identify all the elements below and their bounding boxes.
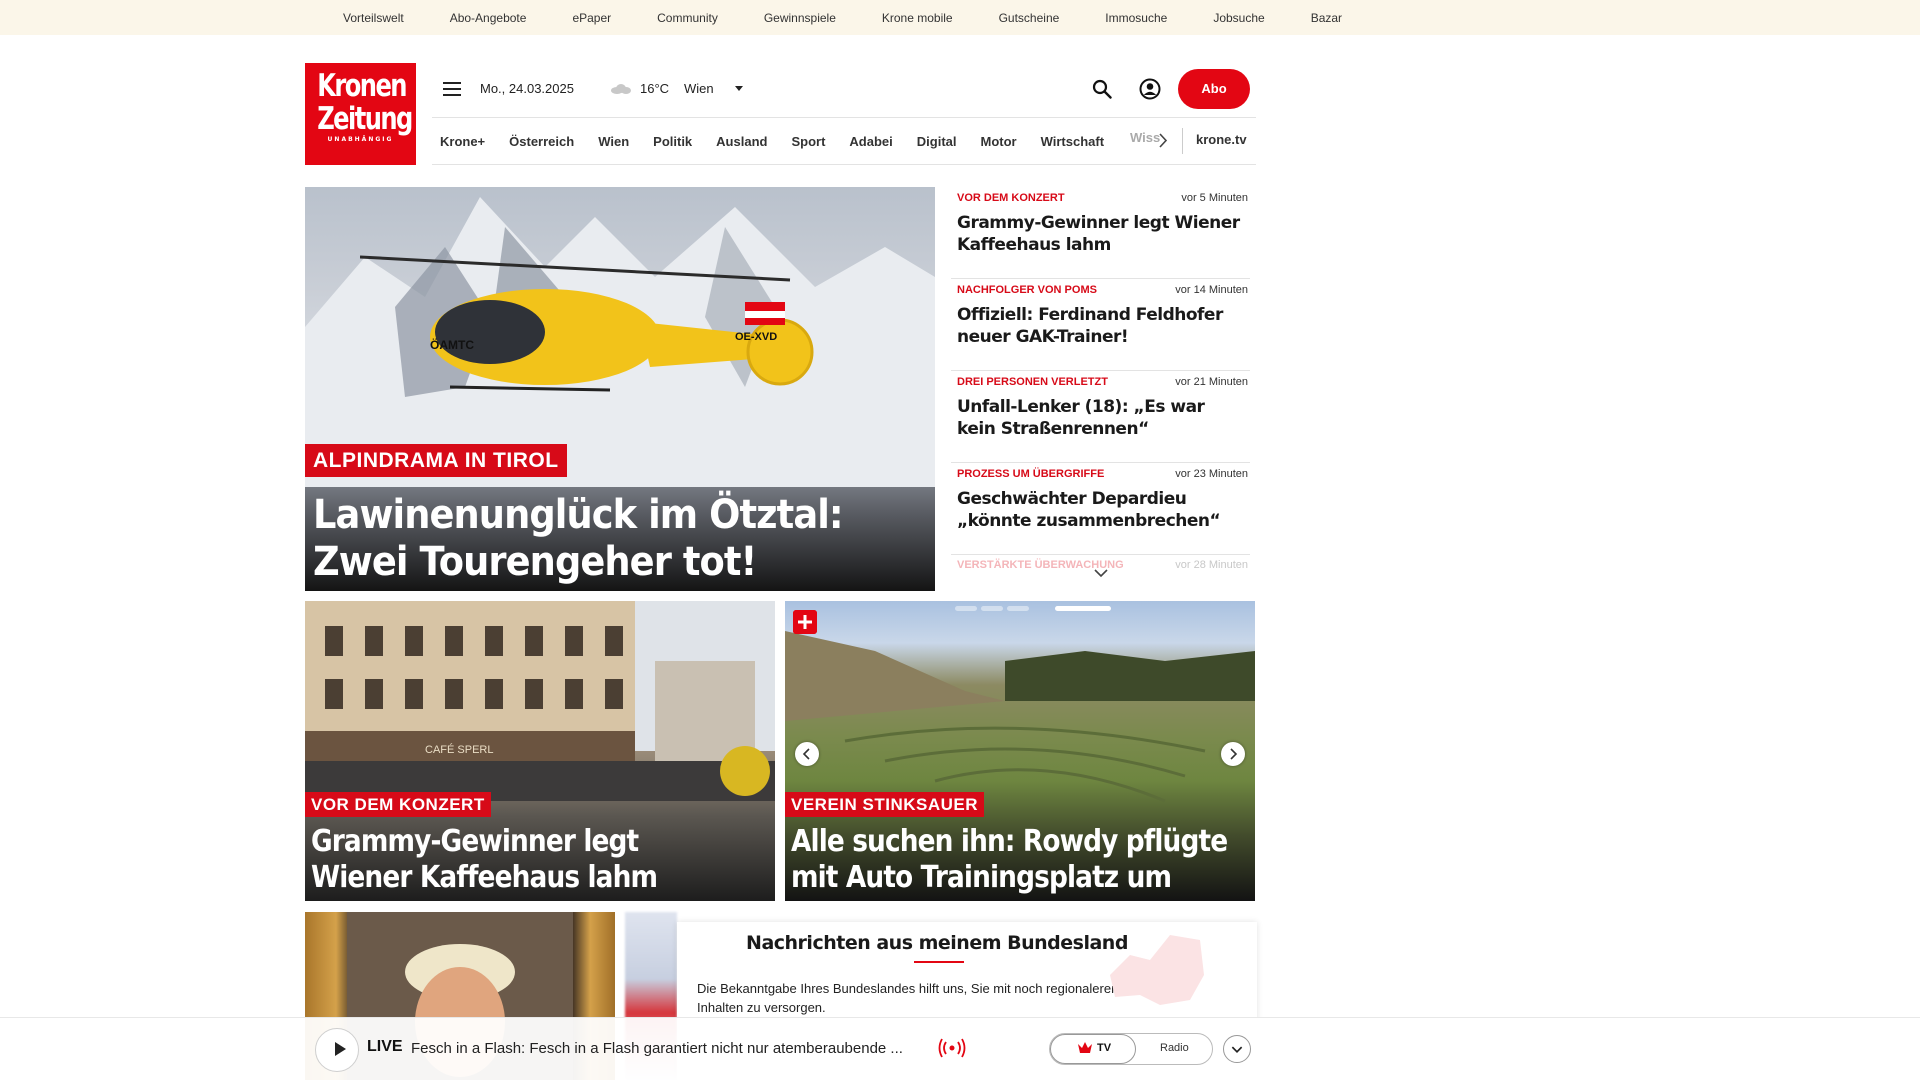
radio-label[interactable]: Radio bbox=[1160, 1042, 1189, 1054]
side-news-time: vor 14 Minuten bbox=[1175, 284, 1248, 296]
nav-item-krone-tv[interactable]: krone.tv bbox=[1196, 132, 1247, 147]
article-card-slider[interactable]: VEREIN STINKSAUER Alle suchen ihn: Rowdy… bbox=[785, 601, 1255, 901]
card-headline-line-2: Wiener Kaffeehaus lahm bbox=[311, 860, 658, 895]
kronen-zeitung-logo[interactable]: Kronen Zeitung UNABHÄNGIG bbox=[305, 63, 416, 165]
side-news-time: vor 23 Minuten bbox=[1175, 468, 1248, 480]
slider-next-icon[interactable] bbox=[1221, 742, 1245, 766]
helicopter-image: ÖAMTC OE-XVD bbox=[360, 255, 814, 392]
side-news-item[interactable]: DREI PERSONEN VERLETZT vor 21 Minuten Un… bbox=[951, 371, 1250, 463]
side-news-headline[interactable]: Unfall-Lenker (18): „Es war kein Straßen… bbox=[957, 396, 1247, 440]
utility-link-epaper[interactable]: ePaper bbox=[572, 11, 611, 25]
nav-scroll-right-icon[interactable] bbox=[1158, 133, 1168, 148]
side-news-kicker: PROZESS UM ÜBERGRIFFE bbox=[957, 468, 1105, 480]
side-news-headline[interactable]: Offiziell: Ferdinand Feldhofer neuer GAK… bbox=[957, 304, 1247, 348]
utility-link-gewinnspiele[interactable]: Gewinnspiele bbox=[764, 11, 836, 25]
side-news-item[interactable]: VOR DEM KONZERT vor 5 Minuten Grammy-Gew… bbox=[951, 187, 1250, 279]
slider-dot-active[interactable] bbox=[1055, 606, 1111, 611]
broadcast-icon bbox=[938, 1038, 966, 1058]
hero-kicker: ALPINDRAMA IN TIROL bbox=[305, 444, 567, 477]
tv-toggle-option[interactable] bbox=[1050, 1034, 1136, 1064]
nav-item-wirtschaft[interactable]: Wirtschaft bbox=[1041, 134, 1104, 149]
side-news-headline[interactable]: Grammy-Gewinner legt Wiener Kaffeehaus l… bbox=[957, 212, 1247, 256]
nav-item-krone-plus[interactable]: Krone+ bbox=[440, 134, 485, 149]
menu-icon[interactable] bbox=[443, 82, 461, 96]
krone-plus-icon bbox=[793, 610, 817, 634]
nav-bottom-divider bbox=[432, 164, 1256, 165]
side-news-item[interactable]: NACHFOLGER VON POMS vor 14 Minuten Offiz… bbox=[951, 279, 1250, 371]
nav-item-digital[interactable]: Digital bbox=[917, 134, 957, 149]
hero-headline-line-2: Zwei Tourengeher tot! bbox=[313, 539, 757, 585]
card-kicker: VOR DEM KONZERT bbox=[305, 792, 491, 817]
slider-dots bbox=[955, 606, 1115, 611]
nav-item-adabei[interactable]: Adabei bbox=[849, 134, 892, 149]
cloud-weather-icon bbox=[609, 83, 631, 94]
city-dropdown-icon[interactable] bbox=[735, 86, 743, 91]
nav-item-ausland[interactable]: Ausland bbox=[716, 134, 767, 149]
slider-previous-icon[interactable] bbox=[795, 742, 819, 766]
user-account-icon[interactable] bbox=[1139, 78, 1161, 100]
popup-title-underline bbox=[914, 961, 964, 963]
logo-tagline: UNABHÄNGIG bbox=[327, 136, 394, 143]
side-news-kicker: DREI PERSONEN VERLETZT bbox=[957, 376, 1108, 388]
tv-label[interactable]: TV bbox=[1097, 1042, 1111, 1054]
logo-line-2: Zeitung bbox=[317, 101, 413, 137]
main-navigation: Krone+ Österreich Wien Politik Ausland S… bbox=[440, 130, 1128, 152]
side-news-time: vor 5 Minuten bbox=[1181, 192, 1248, 204]
top-utility-bar: Vorteilswelt Abo-Angebote ePaper Communi… bbox=[0, 0, 1920, 35]
nav-item-motor[interactable]: Motor bbox=[981, 134, 1017, 149]
article-card[interactable]: CAFÉ SPERL VOR DEM KONZERT Grammy-Gewinn… bbox=[305, 601, 775, 901]
utility-link-immosuche[interactable]: Immosuche bbox=[1105, 11, 1167, 25]
nav-item-politik[interactable]: Politik bbox=[653, 134, 692, 149]
temperature: 16°C bbox=[640, 81, 670, 96]
side-news-kicker: NACHFOLGER VON POMS bbox=[957, 284, 1097, 296]
nav-divider bbox=[1182, 128, 1183, 154]
nav-item-oesterreich[interactable]: Österreich bbox=[509, 134, 574, 149]
slider-dot[interactable] bbox=[1007, 606, 1029, 611]
side-news-time: vor 28 Minuten bbox=[1175, 559, 1248, 571]
hero-article[interactable]: ÖAMTC OE-XVD ALPINDRAMA IN TIROL Lawinen… bbox=[305, 187, 935, 591]
current-date: Mo., 24.03.2025 bbox=[480, 81, 574, 96]
live-label: LIVE bbox=[367, 1038, 403, 1055]
card-headline-line-1: Alle suchen ihn: Rowdy pflügte bbox=[791, 824, 1228, 859]
logo-line-1: Kronen bbox=[317, 68, 407, 104]
utility-link-bazar[interactable]: Bazar bbox=[1311, 11, 1342, 25]
side-news-kicker: VOR DEM KONZERT bbox=[957, 192, 1065, 204]
helicopter-registration: OE-XVD bbox=[735, 331, 777, 343]
utility-link-abo-angebote[interactable]: Abo-Angebote bbox=[450, 11, 527, 25]
utility-link-gutscheine[interactable]: Gutscheine bbox=[999, 11, 1060, 25]
card-headline-line-1: Grammy-Gewinner legt bbox=[311, 824, 639, 859]
utility-link-vorteilswelt[interactable]: Vorteilswelt bbox=[343, 11, 404, 25]
search-icon[interactable] bbox=[1092, 79, 1112, 99]
hero-headline-line-1: Lawinenunglück im Ötztal: bbox=[313, 492, 844, 538]
cafe-sign: CAFÉ SPERL bbox=[425, 743, 493, 756]
slider-dot[interactable] bbox=[955, 606, 977, 611]
city-selector[interactable]: Wien bbox=[684, 81, 714, 96]
slider-dot[interactable] bbox=[981, 606, 1003, 611]
header-divider bbox=[432, 117, 1256, 118]
card-headline-line-2: mit Auto Trainingsplatz um bbox=[791, 860, 1172, 895]
card-kicker: VEREIN STINKSAUER bbox=[785, 792, 985, 817]
utility-link-community[interactable]: Community bbox=[657, 11, 718, 25]
nav-item-sport[interactable]: Sport bbox=[791, 134, 825, 149]
side-news-time: vor 21 Minuten bbox=[1175, 376, 1248, 388]
helicopter-marking-oeamtc: ÖAMTC bbox=[430, 337, 474, 352]
side-news-item[interactable]: PROZESS UM ÜBERGRIFFE vor 23 Minuten Ges… bbox=[951, 463, 1250, 555]
nav-item-wien[interactable]: Wien bbox=[598, 134, 629, 149]
crown-icon bbox=[1078, 1042, 1092, 1053]
player-expand-icon[interactable] bbox=[1223, 1035, 1251, 1063]
popup-description: Die Bekanntgabe Ihres Bundeslandes hilft… bbox=[697, 981, 1119, 1015]
side-news-headline[interactable]: Geschwächter Depardieu „könnte zusammenb… bbox=[957, 488, 1247, 532]
expand-list-chevron-down-icon[interactable] bbox=[1093, 568, 1109, 578]
austria-map-icon bbox=[1110, 935, 1204, 1005]
utility-links: Vorteilswelt Abo-Angebote ePaper Communi… bbox=[343, 0, 1388, 35]
play-icon[interactable] bbox=[335, 1042, 346, 1056]
utility-link-jobsuche[interactable]: Jobsuche bbox=[1213, 11, 1264, 25]
nav-item-truncated[interactable]: Wiss bbox=[1130, 130, 1160, 145]
utility-link-krone-mobile[interactable]: Krone mobile bbox=[882, 11, 953, 25]
live-program-title[interactable]: Fesch in a Flash: Fesch in a Flash garan… bbox=[411, 1040, 926, 1057]
abo-button[interactable]: Abo bbox=[1178, 69, 1250, 109]
